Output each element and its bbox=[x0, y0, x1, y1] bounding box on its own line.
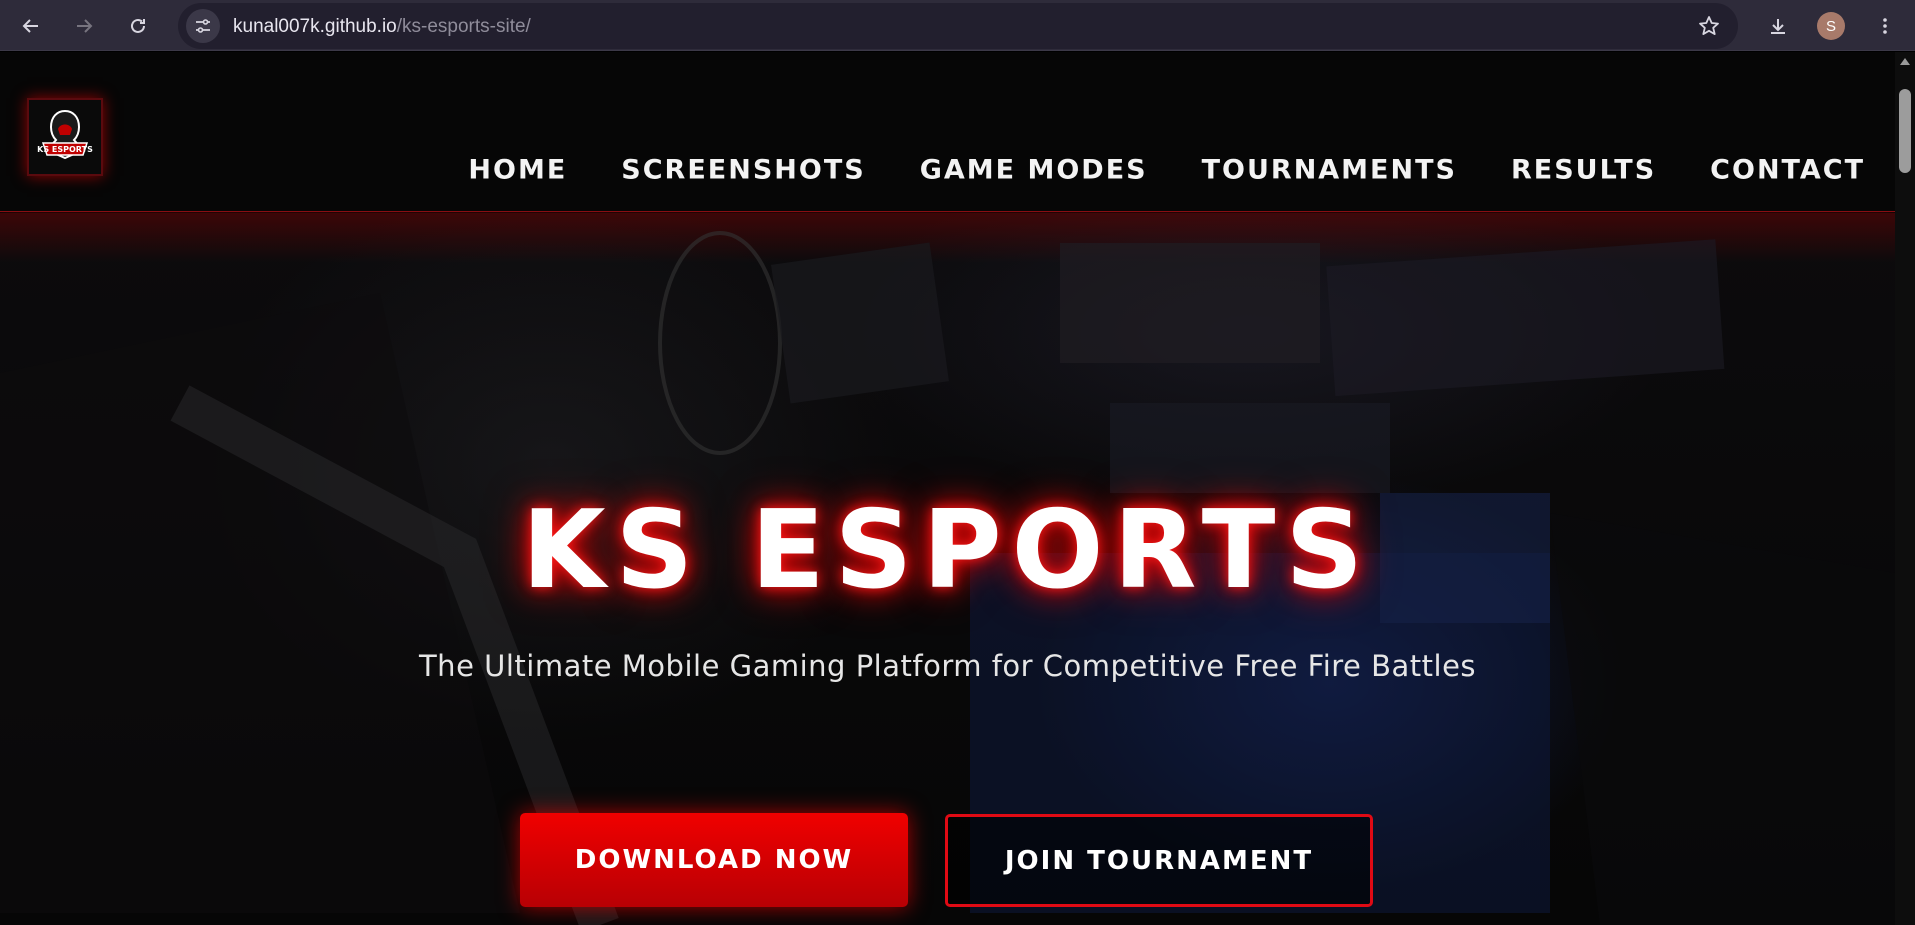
download-now-button[interactable]: DOWNLOAD NOW bbox=[520, 813, 908, 907]
nav-contact[interactable]: CONTACT bbox=[1710, 155, 1865, 186]
forward-icon bbox=[77, 19, 93, 33]
logo-emblem-icon: KS ESPORTS bbox=[37, 109, 93, 160]
url-host: kunal007k.github.io bbox=[233, 16, 397, 37]
hero-section: KS ESPORTS The Ultimate Mobile Gaming Pl… bbox=[0, 213, 1895, 925]
browser-toolbar: kunal007k.github.io/ks-esports-site/ S bbox=[0, 0, 1915, 51]
site-info-button[interactable] bbox=[186, 9, 220, 43]
nav-home[interactable]: HOME bbox=[468, 155, 567, 186]
forward-button[interactable] bbox=[67, 9, 101, 43]
scroll-up-arrow-icon[interactable] bbox=[1900, 58, 1910, 65]
site-info-icon bbox=[196, 19, 210, 33]
menu-icon bbox=[1883, 18, 1887, 34]
star-icon bbox=[1699, 16, 1719, 35]
hero-subtitle: The Ultimate Mobile Gaming Platform for … bbox=[418, 649, 1477, 683]
nav-game-modes[interactable]: GAME MODES bbox=[920, 155, 1148, 186]
address-bar[interactable]: kunal007k.github.io/ks-esports-site/ bbox=[178, 3, 1738, 49]
scroll-thumb[interactable] bbox=[1899, 89, 1911, 173]
back-button[interactable] bbox=[14, 9, 48, 43]
download-icon bbox=[1771, 19, 1785, 34]
downloads-button[interactable] bbox=[1761, 9, 1795, 43]
profile-avatar[interactable]: S bbox=[1817, 12, 1845, 40]
url-path: /ks-esports-site/ bbox=[396, 16, 531, 37]
browser-menu-button[interactable] bbox=[1868, 9, 1902, 43]
hero-title: KS ESPORTS bbox=[521, 488, 1374, 613]
logo-text: KS ESPORTS bbox=[37, 145, 93, 154]
nav-results[interactable]: RESULTS bbox=[1511, 155, 1656, 186]
main-nav: HOME SCREENSHOTS GAME MODES TOURNAMENTS … bbox=[468, 155, 1865, 186]
nav-tournaments[interactable]: TOURNAMENTS bbox=[1202, 155, 1457, 186]
site-logo[interactable]: KS ESPORTS bbox=[27, 98, 103, 176]
url-text[interactable]: kunal007k.github.io/ks-esports-site/ bbox=[233, 16, 531, 38]
web-page: KS ESPORTS HOME SCREENSHOTS GAME MODES T… bbox=[0, 52, 1895, 925]
reload-icon bbox=[131, 18, 145, 33]
site-navbar: KS ESPORTS HOME SCREENSHOTS GAME MODES T… bbox=[0, 52, 1895, 212]
page-scrollbar[interactable] bbox=[1895, 52, 1915, 925]
bookmark-button[interactable] bbox=[1698, 15, 1720, 41]
join-tournament-button[interactable]: JOIN TOURNAMENT bbox=[945, 814, 1373, 907]
reload-button[interactable] bbox=[121, 9, 155, 43]
back-icon bbox=[22, 19, 38, 33]
nav-screenshots[interactable]: SCREENSHOTS bbox=[621, 155, 865, 186]
